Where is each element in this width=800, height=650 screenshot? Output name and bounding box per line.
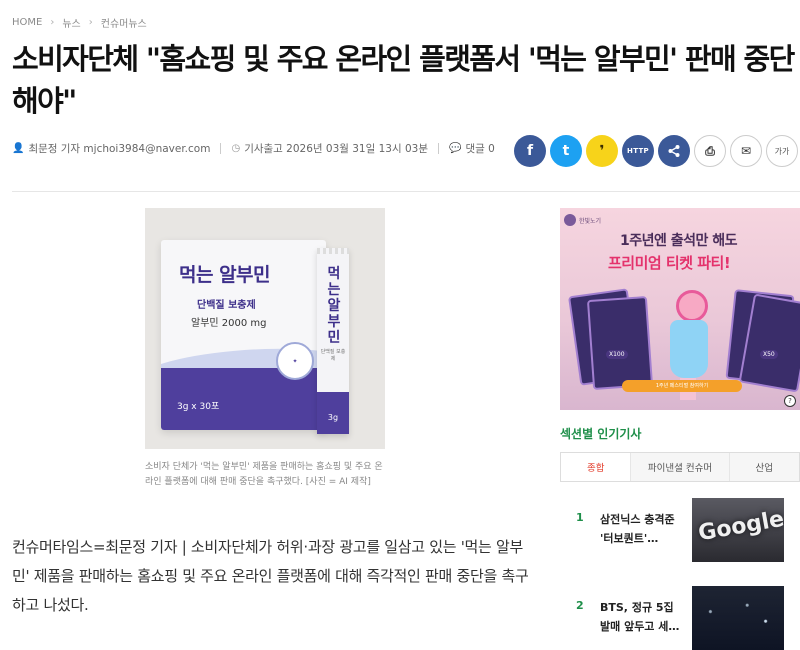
- tab-general[interactable]: 종합: [560, 453, 631, 481]
- ad-banner[interactable]: 한빛노기 1주년엔 출석만 해도 프리미엄 티켓 파티! X100 X50 1주…: [560, 208, 800, 410]
- ad-headline: 1주년엔 출석만 해도: [620, 233, 738, 249]
- ad-card: [586, 296, 654, 390]
- ad-x50: X50: [760, 350, 778, 359]
- thumbnail-text: Google: [696, 506, 784, 547]
- breadcrumb-section[interactable]: 컨슈머뉴스: [101, 15, 147, 30]
- chevron-right-icon: ›: [88, 17, 93, 28]
- box-title: 먹는 알부민: [179, 264, 271, 286]
- product-box: 먹는 알부민 단백질 보충제 알부민 2000 mg ✦ 3g x 30포: [161, 240, 326, 430]
- article-body: 컨슈머타임스=최문정 기자 | 소비자단체가 허위·과장 광고를 일삼고 있는 …: [12, 538, 529, 614]
- clock-icon: ◷: [231, 143, 241, 154]
- print-button[interactable]: ⎙: [694, 135, 726, 167]
- twitter-share-button[interactable]: t: [550, 135, 582, 167]
- ad-highlight: 프리미엄 티켓 파티!: [608, 254, 731, 272]
- box-dose: 알부민 2000 mg: [191, 318, 267, 329]
- article-photo: 먹는 알부민 단백질 보충제 알부민 2000 mg ✦ 3g x 30포 먹는…: [145, 208, 385, 449]
- breadcrumb: HOME › 뉴스 › 컨슈머뉴스: [12, 15, 147, 30]
- list-item[interactable]: 2 BTS, 정규 5집 발매 앞두고 세…: [560, 586, 800, 650]
- author-byline: 최문정 기자 mjchoi3984@naver.com: [28, 143, 211, 155]
- divider: [220, 143, 222, 154]
- item-title[interactable]: 삼전닉스 충격준 '터보퀀트'…: [600, 510, 686, 548]
- chevron-right-icon: ›: [50, 17, 55, 28]
- divider: [12, 191, 800, 192]
- item-thumbnail[interactable]: [692, 586, 784, 650]
- copy-url-button[interactable]: HTTP: [622, 135, 654, 167]
- ad-logo: 한빛노기: [564, 214, 601, 226]
- tab-financial[interactable]: 파이낸셜 컨슈머: [630, 453, 729, 481]
- user-icon: 👤: [12, 143, 25, 154]
- published-time: 기사출고 2026년 03월 31일 13시 03분: [244, 143, 428, 155]
- ad-cta-button[interactable]: 1주년 페스티벌 참여하기: [622, 380, 742, 392]
- popular-tabs: 종합 파이낸셜 컨슈머 산업: [560, 452, 800, 482]
- facebook-share-button[interactable]: f: [514, 135, 546, 167]
- rank-number: 1: [576, 511, 584, 524]
- tab-industry[interactable]: 산업: [728, 453, 800, 481]
- list-item[interactable]: 1 삼전닉스 충격준 '터보퀀트'… Google: [560, 498, 800, 562]
- share-icon[interactable]: [658, 135, 690, 167]
- stick-subtitle: 단백질 보충제: [320, 349, 346, 362]
- photo-caption: 소비자 단체가 '먹는 알부민' 제품을 판매하는 홈쇼핑 및 주요 온라인 플…: [145, 462, 383, 487]
- stick-title: 먹는 알부민: [327, 266, 341, 346]
- breadcrumb-news[interactable]: 뉴스: [62, 15, 80, 30]
- ad-x100: X100: [606, 350, 628, 359]
- seal-icon: ✦: [276, 342, 314, 380]
- box-subtitle: 단백질 보충제: [197, 300, 256, 311]
- divider: [437, 143, 439, 154]
- item-title[interactable]: BTS, 정규 5집 발매 앞두고 세…: [600, 598, 686, 636]
- kakao-share-button[interactable]: ❜: [586, 135, 618, 167]
- comment-count[interactable]: 댓글 0: [465, 141, 494, 156]
- item-thumbnail[interactable]: Google: [692, 498, 784, 562]
- article-title: 소비자단체 "홈쇼핑 및 주요 온라인 플랫폼서 '먹는 알부민' 판매 중단해…: [12, 42, 795, 118]
- product-stick: 먹는 알부민 단백질 보충제 3g: [317, 248, 349, 434]
- info-icon[interactable]: ?: [784, 395, 796, 407]
- share-buttons: f t ❜ HTTP ⎙ ✉ 가가: [514, 135, 798, 167]
- box-count: 3g x 30포: [177, 402, 220, 412]
- email-button[interactable]: ✉: [730, 135, 762, 167]
- comment-icon: 💬: [448, 143, 462, 154]
- popular-section-title: 섹션별 인기기사: [560, 427, 642, 441]
- rank-number: 2: [576, 599, 584, 612]
- font-size-button[interactable]: 가가: [766, 135, 798, 167]
- article-meta: 👤 최문정 기자 mjchoi3984@naver.com ◷ 기사출고 202…: [12, 141, 495, 156]
- breadcrumb-home[interactable]: HOME: [12, 17, 42, 28]
- stick-gram: 3g: [327, 413, 339, 422]
